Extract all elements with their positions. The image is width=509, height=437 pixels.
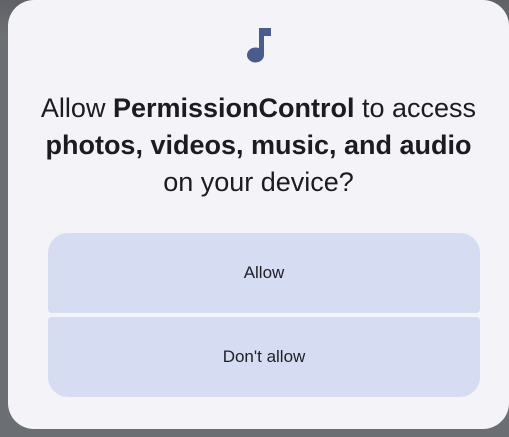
allow-button[interactable]: Allow	[48, 233, 480, 313]
music-note-icon	[246, 26, 272, 64]
dont-allow-button-label: Don't allow	[222, 347, 306, 366]
dont-allow-button[interactable]: Don't allow	[48, 317, 480, 397]
app-name: PermissionControl	[112, 93, 355, 123]
allow-button-label: Allow	[243, 263, 285, 282]
message-suffix: on your device?	[163, 167, 354, 197]
permission-dialog: Allow PermissionControl to access photos…	[8, 0, 509, 429]
media-types: photos, videos, music, and audio	[45, 130, 472, 160]
permission-message: Allow PermissionControl to access photos…	[28, 90, 489, 201]
message-prefix: Allow	[40, 93, 113, 123]
message-mid: to access	[354, 93, 477, 123]
